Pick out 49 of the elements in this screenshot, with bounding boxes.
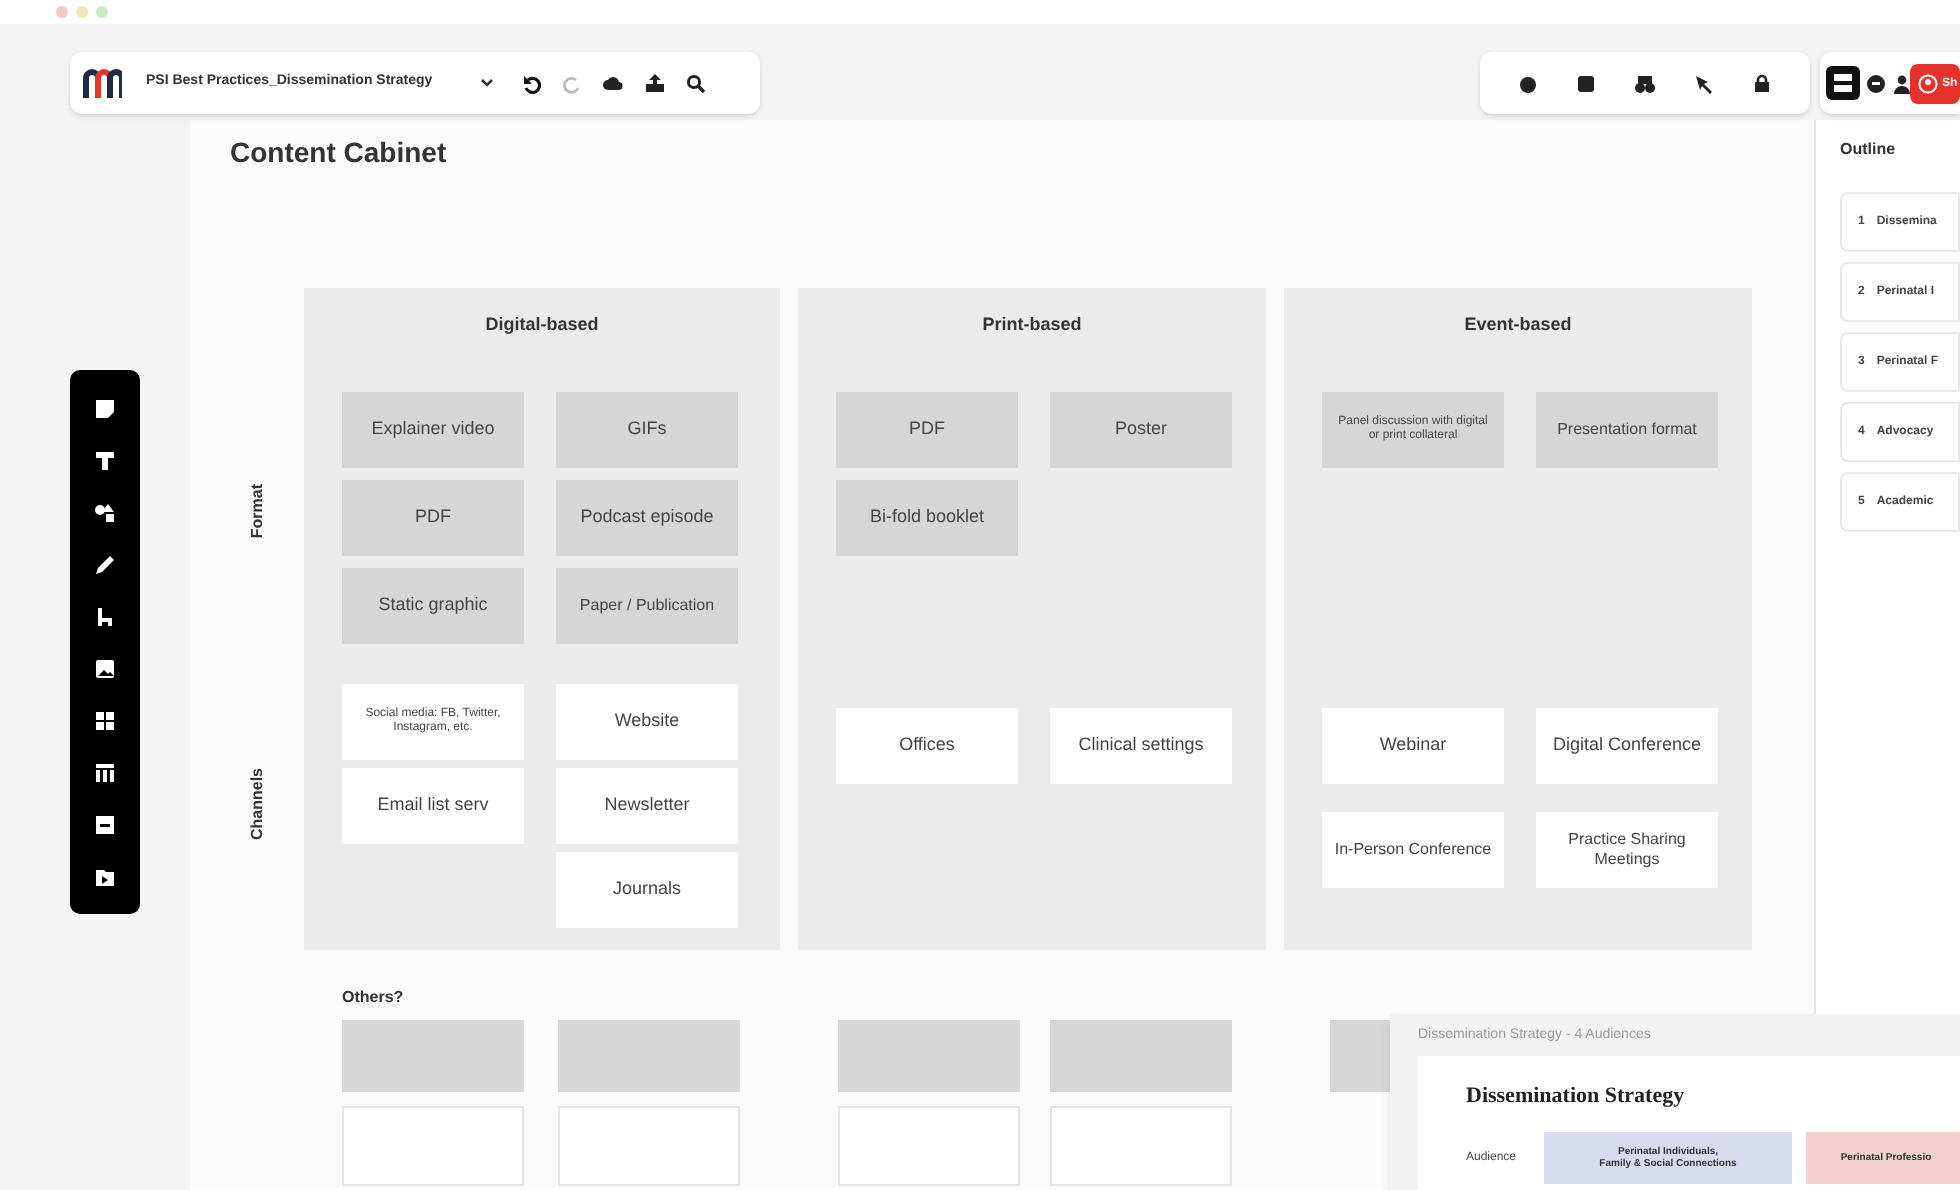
frame-title: Content Cabinet [230,134,447,172]
text-icon[interactable] [94,449,116,471]
sticky-note: Clinical settings [1050,708,1232,784]
app-logo-icon[interactable] [82,67,122,99]
folder-icon[interactable] [94,865,116,887]
preview-title: Dissemination Strategy [1466,1081,1685,1111]
sticky-note: Newsletter [556,768,738,844]
sticky-note: Paper / Publication [556,568,738,644]
table-icon[interactable] [94,761,116,783]
cursor-icon[interactable] [1693,73,1714,93]
sticky-note: PDF [342,480,524,556]
sticky-note: Poster [1050,392,1232,468]
column-header: Print-based [798,288,1266,364]
sticky-note: Podcast episode [556,480,738,556]
row-label: Format [246,484,268,540]
sticky-note: Website [556,684,738,760]
user-icon[interactable] [1892,73,1912,93]
sticky-note: Email list serv [342,768,524,844]
sticky-note: Offices [836,708,1018,784]
column-header: Digital-based [304,288,780,364]
share-user-icon [1918,74,1938,94]
layout-grid-icon[interactable] [1826,66,1860,100]
sticky-note: Bi-fold booklet [836,480,1018,556]
grid-icon[interactable] [94,709,116,731]
undo-icon[interactable] [522,73,543,93]
upload-icon[interactable] [644,73,667,93]
sticky-note: Presentation format [1536,392,1718,468]
shapes-icon[interactable] [94,501,116,523]
sticky-note: Static graphic [342,568,524,644]
cloud-icon[interactable] [602,74,625,92]
sticky-note: Explainer video [342,392,524,468]
section-label: Others? [342,986,404,1010]
image-icon[interactable] [94,657,116,679]
sticky-note: Journals [556,852,738,928]
sticky-note: Digital Conference [1536,708,1718,784]
chevron-down-icon[interactable] [480,78,495,88]
sticky-note: In-Person Conference [1322,812,1504,888]
sticky-note-icon[interactable] [94,397,116,419]
lock-icon[interactable] [1751,73,1772,93]
card-icon[interactable] [94,813,116,835]
pen-icon[interactable] [94,553,116,575]
sticky-note: Practice Sharing Meetings [1536,812,1718,888]
row-label: Channels [246,768,268,841]
sticky-note: PDF [836,392,1018,468]
search-icon[interactable] [686,73,707,93]
sticky-note: GIFs [556,392,738,468]
outline-title: Outline [1840,138,1896,162]
sticky-note: Webinar [1322,708,1504,784]
column-header: Event-based [1284,288,1752,364]
